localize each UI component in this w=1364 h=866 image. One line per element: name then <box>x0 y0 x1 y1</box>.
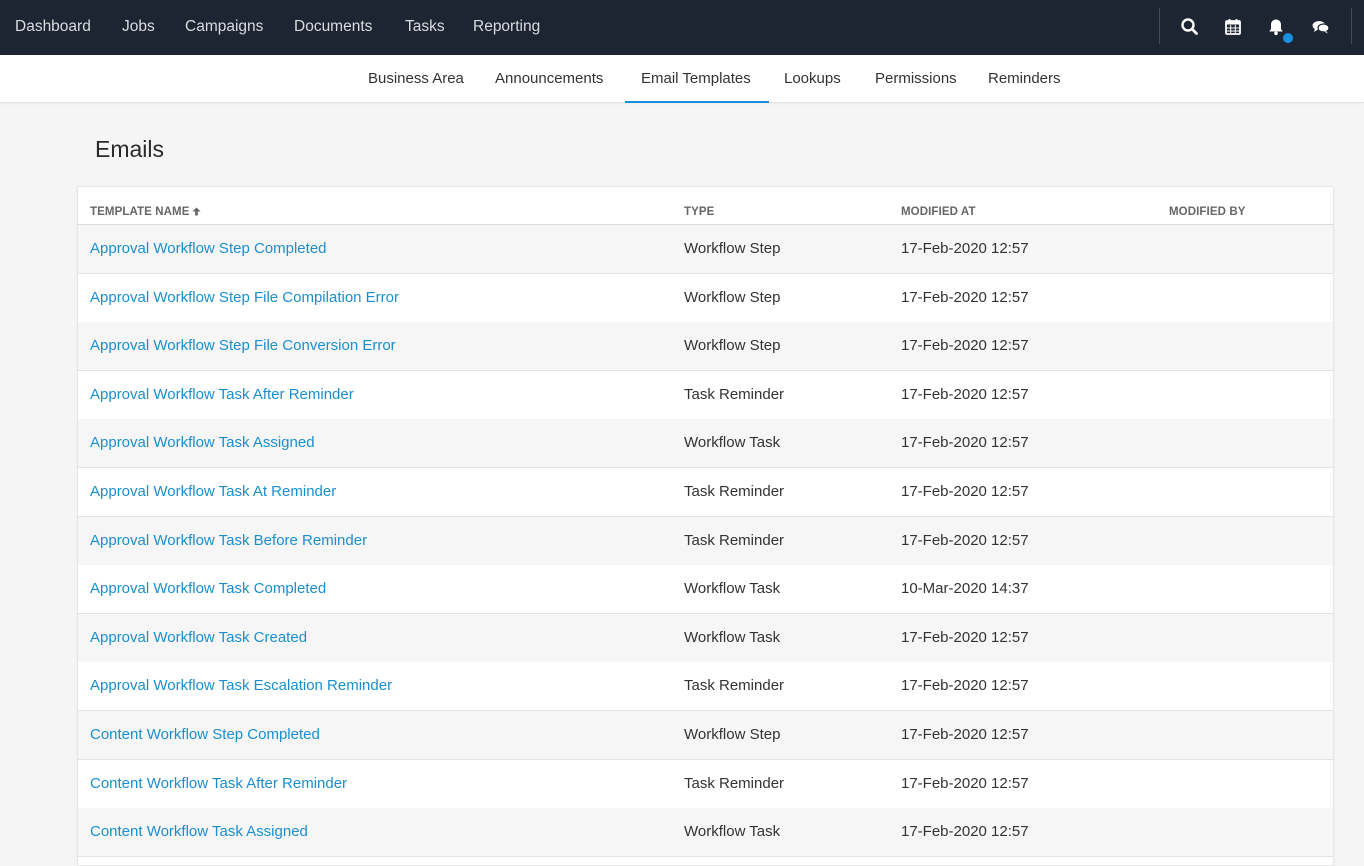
template-type: Workflow Step <box>684 337 781 354</box>
nav-campaigns[interactable]: Campaigns <box>185 0 263 55</box>
modified-at: 17-Feb-2020 12:57 <box>901 677 1029 694</box>
template-type: Workflow Task <box>684 823 781 840</box>
table-row[interactable]: Approval Workflow Step File Conversion E… <box>78 322 1333 371</box>
tab-email-templates[interactable]: Email Templates <box>641 55 751 103</box>
modified-at: 17-Feb-2020 12:57 <box>901 726 1029 743</box>
table-row[interactable]: Approval Workflow Task Assigned Workflow … <box>78 419 1333 468</box>
modified-at: 17-Feb-2020 12:57 <box>901 289 1029 306</box>
template-name-link[interactable]: Approval Workflow Step Completed <box>90 225 327 273</box>
table-row[interactable]: Approval Workflow Task Completed Workflow… <box>78 565 1333 614</box>
modified-at: 17-Feb-2020 12:57 <box>901 483 1029 500</box>
column-header-template-name[interactable]: TEMPLATE NAME <box>90 206 202 218</box>
template-name-link[interactable]: Approval Workflow Task Created <box>90 614 307 662</box>
template-name-link[interactable]: Approval Workflow Task Before Reminder <box>90 517 367 565</box>
template-type: Workflow Step <box>684 240 781 257</box>
table-row[interactable]: Approval Workflow Task After Reminder Tas… <box>78 371 1333 420</box>
template-name-link[interactable]: Content Workflow Task Assigned <box>90 808 308 856</box>
template-type: Workflow Step <box>684 726 781 743</box>
template-type: Workflow Step <box>684 289 781 306</box>
modified-at: 17-Feb-2020 12:57 <box>901 823 1029 840</box>
template-type: Task Reminder <box>684 386 785 403</box>
sort-ascending-icon <box>192 207 202 216</box>
notification-badge <box>1283 33 1293 43</box>
modified-at: 17-Feb-2020 12:57 <box>901 386 1029 403</box>
table-header: TEMPLATE NAME TYPE MODIFIED AT MODIFIED … <box>78 187 1333 225</box>
table-row[interactable]: Approval Workflow Step File Compilation … <box>78 274 1333 323</box>
column-header-modified-by[interactable]: MODIFIED BY <box>1169 206 1246 218</box>
template-type: Task Reminder <box>684 483 785 500</box>
tab-lookups[interactable]: Lookups <box>784 55 841 103</box>
modified-at: 17-Feb-2020 12:57 <box>901 434 1029 451</box>
modified-at: 17-Feb-2020 12:57 <box>901 629 1029 646</box>
active-tab-indicator <box>625 101 769 103</box>
modified-at: 17-Feb-2020 12:57 <box>901 775 1029 792</box>
template-name-link[interactable]: Content Workflow Task After Reminder <box>90 760 347 808</box>
template-type: Workflow Task <box>684 629 781 646</box>
nav-divider <box>1159 8 1160 44</box>
modified-at: 17-Feb-2020 12:57 <box>901 532 1029 549</box>
table-row[interactable]: Approval Workflow Task Created Workflow T… <box>78 614 1333 663</box>
calendar-icon[interactable] <box>1223 17 1243 37</box>
template-name-link[interactable]: Approval Workflow Task At Reminder <box>90 468 336 516</box>
template-name-link[interactable]: Approval Workflow Task After Reminder <box>90 371 354 419</box>
template-name-link[interactable]: Approval Workflow Step File Conversion E… <box>90 322 396 370</box>
template-type: Task Reminder <box>684 677 785 694</box>
table-row[interactable]: Content Workflow Task After Reminder Task… <box>78 760 1333 809</box>
tab-permissions[interactable]: Permissions <box>875 55 957 103</box>
search-icon[interactable] <box>1180 17 1200 37</box>
nav-reporting[interactable]: Reporting <box>473 0 540 55</box>
column-header-type[interactable]: TYPE <box>684 206 714 218</box>
template-name-link[interactable]: Approval Workflow Step File Compilation … <box>90 274 399 322</box>
tab-reminders[interactable]: Reminders <box>988 55 1061 103</box>
top-navigation-bar: Dashboard Jobs Campaigns Documents Tasks… <box>0 0 1364 55</box>
table-row[interactable]: Approval Workflow Task At Reminder Task R… <box>78 468 1333 517</box>
table-row[interactable]: Approval Workflow Step Completed Workflow… <box>78 225 1333 274</box>
table-row[interactable]: Approval Workflow Task Escalation Remind… <box>78 662 1333 711</box>
page-title: Emails <box>95 136 165 162</box>
template-type: Workflow Task <box>684 434 781 451</box>
template-name-link[interactable]: Approval Workflow Task Escalation Remind… <box>90 662 392 710</box>
nav-divider-right <box>1351 8 1352 44</box>
modified-at: 10-Mar-2020 14:37 <box>901 580 1029 597</box>
tab-announcements[interactable]: Announcements <box>495 55 603 103</box>
modified-at: 17-Feb-2020 12:57 <box>901 240 1029 257</box>
template-type: Task Reminder <box>684 775 785 792</box>
template-type: Task Reminder <box>684 532 785 549</box>
template-name-link[interactable]: Approval Workflow Task Assigned <box>90 419 315 467</box>
table-row[interactable]: Content Workflow Step Completed Workflow … <box>78 711 1333 760</box>
nav-documents[interactable]: Documents <box>294 0 372 55</box>
tab-business-area[interactable]: Business Area <box>368 55 464 103</box>
nav-dashboard[interactable]: Dashboard <box>15 0 91 55</box>
table-row[interactable]: Content Workflow Task Assigned Workflow T… <box>78 808 1333 857</box>
template-name-link[interactable]: Approval Workflow Task Completed <box>90 565 326 613</box>
template-name-link[interactable]: Content Workflow Step Completed <box>90 711 320 759</box>
nav-jobs[interactable]: Jobs <box>122 0 155 55</box>
settings-subnav: Business Area Announcements Email Templa… <box>0 55 1364 103</box>
email-templates-table: TEMPLATE NAME TYPE MODIFIED AT MODIFIED … <box>77 186 1334 866</box>
chat-icon[interactable] <box>1311 17 1331 37</box>
modified-at: 17-Feb-2020 12:57 <box>901 337 1029 354</box>
template-type: Workflow Task <box>684 580 781 597</box>
nav-tasks[interactable]: Tasks <box>405 0 445 55</box>
table-row[interactable]: Approval Workflow Task Before Reminder Ta… <box>78 517 1333 566</box>
column-header-modified-at[interactable]: MODIFIED AT <box>901 206 976 218</box>
